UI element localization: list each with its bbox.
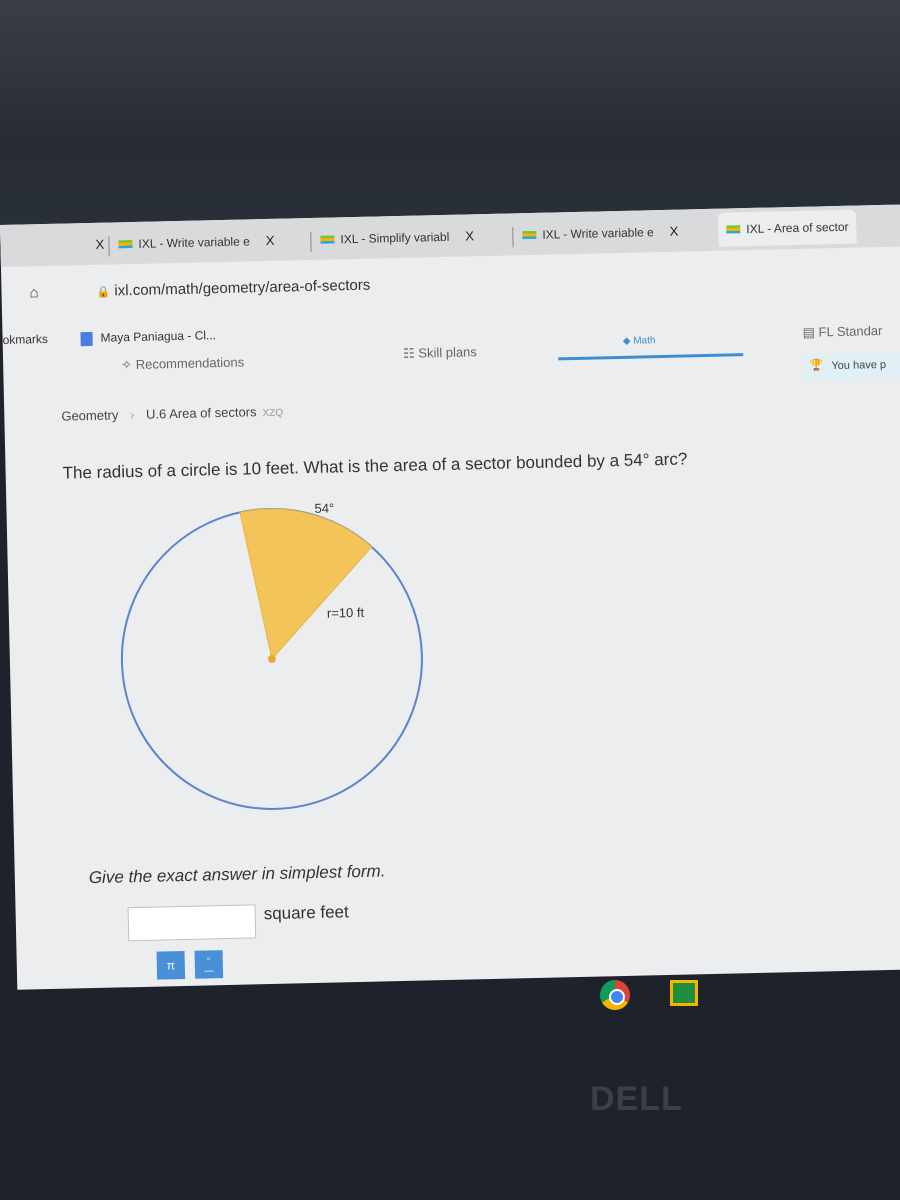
unit-label: square feet	[263, 902, 349, 924]
tab-area-of-sectors[interactable]: IXL - Area of sector	[717, 209, 857, 247]
home-icon[interactable]: ⌂	[29, 284, 38, 301]
ixl-favicon-icon	[320, 234, 335, 244]
math-icon: ◆	[622, 335, 631, 347]
sector-shape	[239, 508, 373, 661]
nav-math[interactable]: ◆ Math	[623, 335, 656, 347]
nav-standards[interactable]: ▤ FL Standar	[802, 323, 882, 341]
docs-icon	[80, 331, 93, 347]
tab-separator	[108, 236, 110, 257]
tab-simplify-variable[interactable]: IXL - Simplify variabl X	[320, 228, 474, 246]
skill-code: XZQ	[262, 407, 284, 420]
pi-button[interactable]: π	[156, 951, 186, 980]
question-text: The radius of a circle is 10 feet. What …	[62, 449, 688, 483]
trophy-icon: 🏆	[809, 359, 824, 372]
active-tab-indicator	[558, 353, 744, 361]
ixl-favicon-icon	[726, 225, 741, 234]
ixl-favicon-icon	[118, 239, 133, 248]
taskbar	[600, 980, 698, 1010]
standards-icon: ▤	[802, 324, 816, 340]
google-classroom-icon[interactable]	[670, 980, 698, 1006]
breadcrumb-skill: U.6 Area of sectors	[145, 404, 257, 422]
breadcrumb: Geometry › U.6 Area of sectors XZQ	[61, 404, 284, 424]
close-icon[interactable]: X	[266, 233, 275, 248]
fraction-button[interactable]: ▫ — ▫	[194, 950, 224, 987]
tab-separator	[310, 231, 312, 252]
chrome-icon[interactable]	[600, 980, 630, 1010]
close-icon[interactable]: X	[465, 228, 474, 243]
instruction-text: Give the exact answer in simplest form.	[88, 861, 386, 888]
ixl-favicon-icon	[522, 230, 537, 239]
tab-separator	[512, 227, 514, 248]
radius-label: r=10 ft	[327, 605, 365, 621]
close-tab-button[interactable]: X	[85, 237, 104, 252]
nav-skill-plans[interactable]: ☷ Skill plans	[403, 344, 477, 362]
bookmarks-label: okmarks	[2, 331, 49, 347]
answer-input[interactable]	[127, 904, 257, 942]
tab-write-variable-1[interactable]: IXL - Write variable eX	[118, 233, 275, 252]
award-banner: 🏆 You have p	[803, 352, 900, 381]
bookmark-doc[interactable]: Maya Paniagua - Cl...	[80, 328, 216, 347]
fraction-icon: ▫ — ▫	[204, 953, 214, 988]
monitor-bezel-top	[0, 0, 900, 240]
close-icon[interactable]: X	[670, 224, 679, 239]
breadcrumb-subject[interactable]: Geometry	[61, 407, 118, 423]
recommendations-icon: ✧	[121, 357, 133, 373]
angle-label: 54°	[314, 500, 334, 515]
tab-write-variable-2[interactable]: IXL - Write variable eX	[522, 224, 679, 243]
nav-recommendations[interactable]: ✧ Recommendations	[121, 354, 244, 373]
sector-diagram: 54° r=10 ft	[120, 500, 423, 810]
dell-logo: DELL	[590, 1080, 683, 1118]
skill-plans-icon: ☷	[402, 345, 415, 361]
lock-icon: 🔒	[96, 286, 111, 299]
browser-window: X IXL - Write variable eX IXL - Simplify…	[0, 204, 900, 990]
address-bar[interactable]: 🔒 ixl.com/math/geometry/area-of-sectors	[96, 277, 370, 300]
